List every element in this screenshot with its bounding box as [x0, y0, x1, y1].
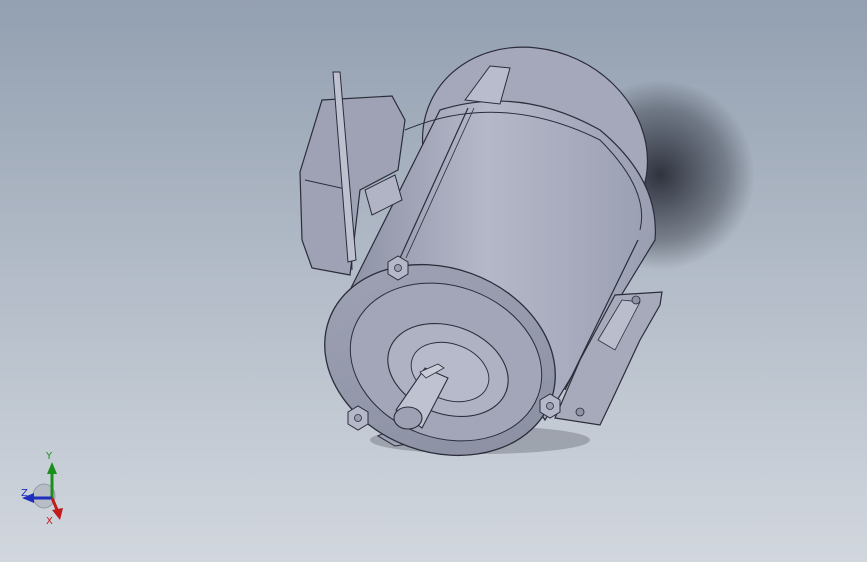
foot-bolt-hole-1 — [631, 295, 641, 305]
motor-model[interactable] — [0, 0, 867, 562]
shaft-end — [393, 406, 423, 430]
graphics-viewport[interactable]: Y Z X — [0, 0, 867, 562]
triad-x-label: X — [46, 516, 53, 527]
foot-bolt-hole-2 — [575, 407, 585, 417]
triad-y-label: Y — [46, 451, 53, 462]
triad-z-label: Z — [21, 488, 28, 499]
reference-triad[interactable]: Y Z X — [14, 448, 78, 532]
